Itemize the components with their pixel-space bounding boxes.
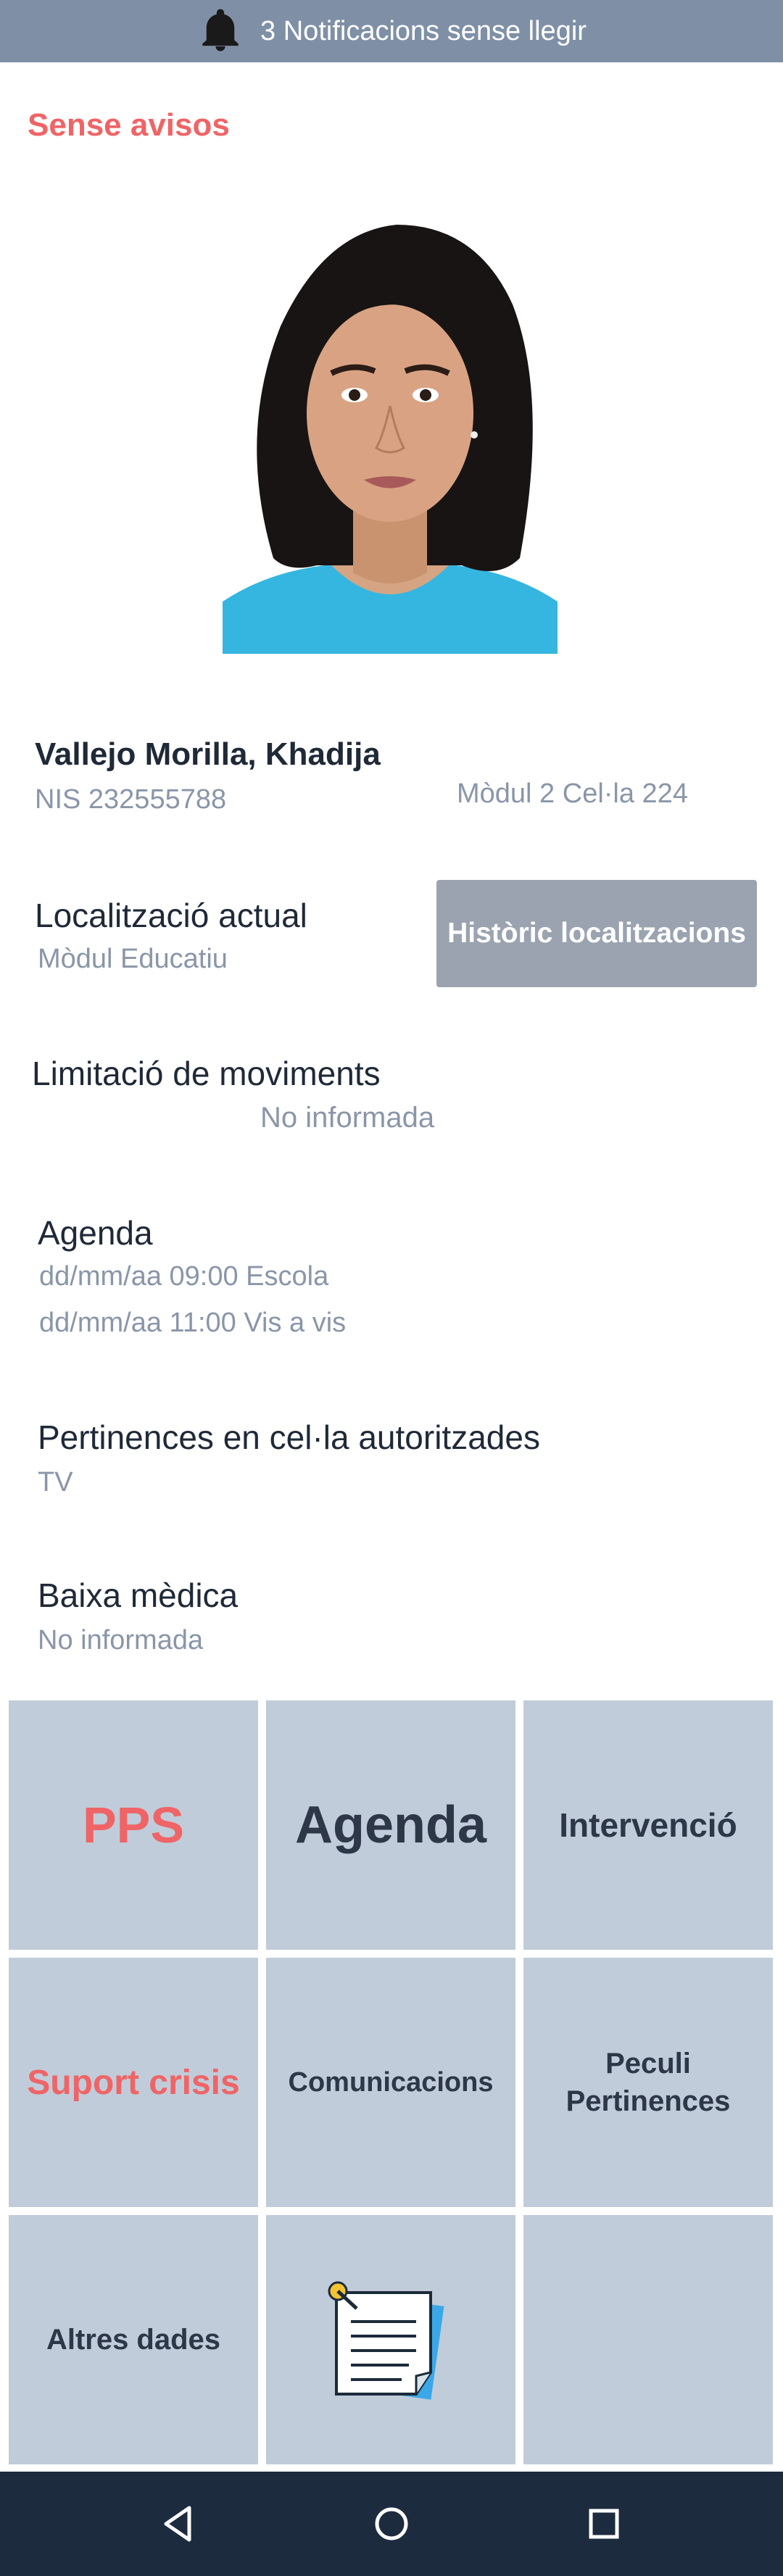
recents-button[interactable] xyxy=(575,2495,633,2553)
belongings-value: TV xyxy=(38,1467,73,1497)
alerts-status: Sense avisos xyxy=(28,107,230,143)
peculi-tile-label: Peculi xyxy=(605,2048,691,2080)
pps-tile[interactable]: PPS xyxy=(9,1700,258,1950)
pps-tile-label: PPS xyxy=(82,1797,185,1853)
notification-bar[interactable]: 3 Notificacions sense llegir xyxy=(0,0,783,62)
crisis-support-tile-label: Suport crisis xyxy=(27,2063,240,2102)
notes-tile[interactable] xyxy=(266,2215,515,2464)
back-icon xyxy=(164,2506,191,2542)
back-button[interactable] xyxy=(150,2495,208,2553)
inmate-name: Vallejo Morilla, Khadija xyxy=(35,736,381,772)
sick-leave-label: Baixa mèdica xyxy=(38,1576,239,1614)
crisis-support-tile[interactable]: Suport crisis xyxy=(9,1958,258,2207)
empty-tile xyxy=(523,2215,773,2464)
belongings-label: Pertinences en cel·la autoritzades xyxy=(38,1418,540,1456)
agenda-tile-label: Agenda xyxy=(294,1796,487,1854)
inmate-nis: NIS 232555788 xyxy=(35,784,227,815)
location-value: Mòdul Educatiu xyxy=(38,944,228,974)
movement-limit-label: Limitació de moviments xyxy=(32,1055,381,1092)
home-button[interactable] xyxy=(362,2495,420,2553)
other-data-tile[interactable]: Altres dades xyxy=(9,2215,258,2464)
sick-leave-value: No informada xyxy=(38,1625,204,1655)
other-data-tile-label: Altres dades xyxy=(46,2323,221,2356)
peculi-tile[interactable]: Peculi Pertinences xyxy=(523,1958,773,2207)
system-nav-bar xyxy=(0,2472,783,2576)
agenda-item: dd/mm/aa 09:00 Escola xyxy=(39,1261,329,1292)
communications-tile-label: Comunicacions xyxy=(288,2066,494,2098)
communications-tile[interactable]: Comunicacions xyxy=(266,1958,515,2207)
agenda-item: dd/mm/aa 11:00 Vis a vis xyxy=(39,1308,347,1338)
location-label: Localització actual xyxy=(35,897,307,934)
notification-text: 3 Notificacions sense llegir xyxy=(260,15,587,46)
bell-icon xyxy=(202,9,239,51)
agenda-tile[interactable]: Agenda xyxy=(266,1700,515,1950)
home-icon xyxy=(375,2507,408,2540)
movement-limit-value: No informada xyxy=(260,1102,435,1134)
intervention-tile[interactable]: Intervenció xyxy=(523,1700,773,1950)
intervention-tile-label: Intervenció xyxy=(559,1806,737,1844)
recents-icon xyxy=(589,2509,619,2539)
location-history-button[interactable]: Històric localitzacions xyxy=(436,880,757,987)
inmate-cell: Mòdul 2 Cel·la 224 xyxy=(457,778,688,809)
menu-grid: PPS Agenda Intervenció Suport crisis Com… xyxy=(9,1700,774,2464)
agenda-label: Agenda xyxy=(38,1214,153,1252)
inmate-photo xyxy=(223,217,558,654)
belongings-tile-label: Pertinences xyxy=(566,2085,731,2117)
notepad-icon xyxy=(328,2281,444,2400)
